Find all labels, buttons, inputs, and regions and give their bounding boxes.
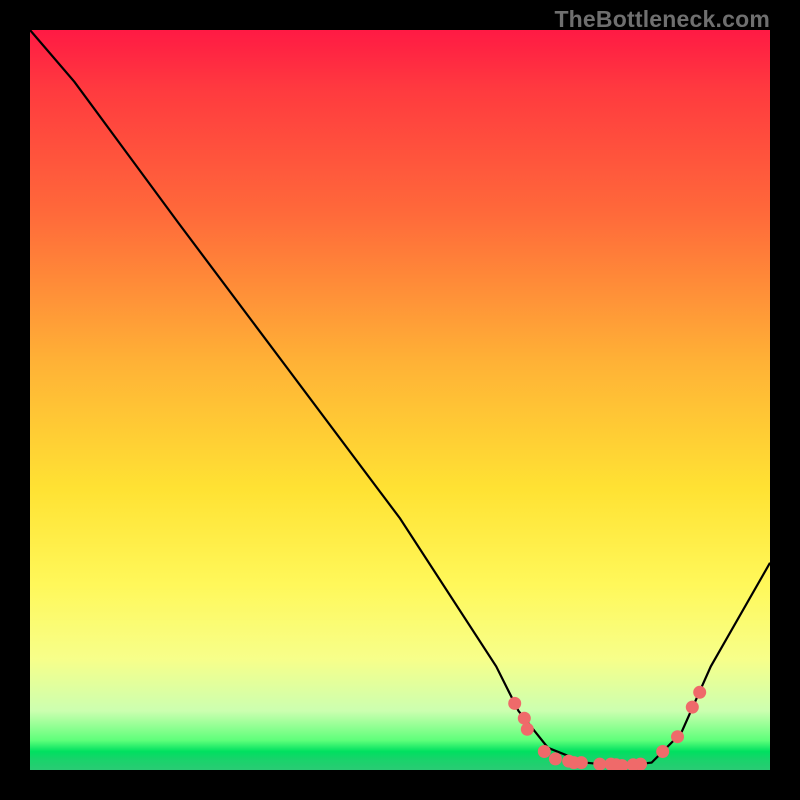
marker-group: [508, 686, 706, 770]
data-marker: [634, 758, 647, 770]
data-marker: [693, 686, 706, 699]
plot-area: [30, 30, 770, 770]
data-marker: [656, 745, 669, 758]
data-marker: [593, 758, 606, 770]
data-marker: [518, 712, 531, 725]
data-marker: [671, 730, 684, 743]
data-marker: [549, 752, 562, 765]
bottleneck-curve: [30, 30, 770, 766]
data-marker: [538, 745, 551, 758]
attribution-label: TheBottleneck.com: [554, 6, 770, 33]
chart-overlay: [30, 30, 770, 770]
data-marker: [521, 723, 534, 736]
chart-frame: TheBottleneck.com: [0, 0, 800, 800]
data-marker: [508, 697, 521, 710]
data-marker: [686, 701, 699, 714]
data-marker: [575, 756, 588, 769]
